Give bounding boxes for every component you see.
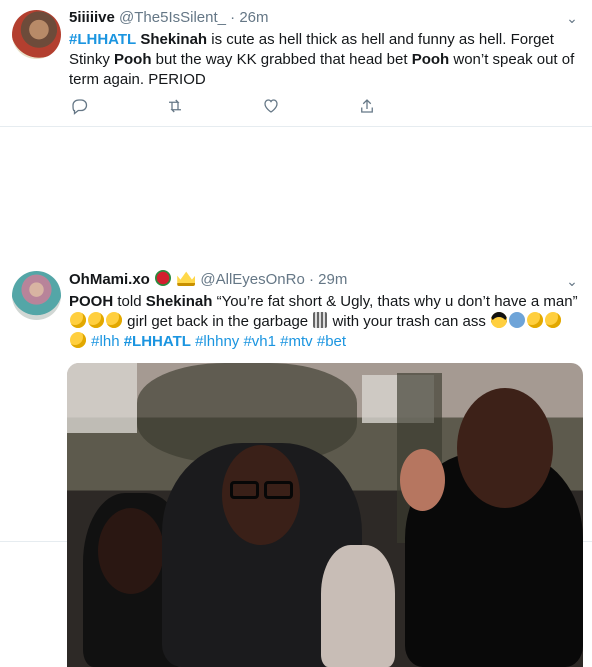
- share-icon[interactable]: [357, 96, 377, 116]
- tweet-card[interactable]: OhMami.xo @AllEyesOnRo · 29m ⌄ POOH told…: [0, 127, 592, 667]
- hashtag[interactable]: #lhh: [91, 333, 119, 350]
- like-icon[interactable]: [261, 96, 281, 116]
- hashtag[interactable]: #LHHATL: [69, 31, 136, 48]
- separator-dot: ·: [230, 9, 236, 26]
- face-icon: [509, 312, 526, 328]
- chevron-down-icon[interactable]: ⌄: [564, 10, 580, 26]
- tweet-header: OhMami.xo @AllEyesOnRo · 29m: [69, 270, 347, 290]
- bold-name: Pooh: [411, 51, 450, 68]
- display-name[interactable]: 5iiiiive: [69, 9, 115, 26]
- user-avatar[interactable]: [12, 10, 61, 59]
- bold-name: POOH: [69, 293, 114, 310]
- face-icon: [88, 312, 104, 328]
- face-icon: [70, 332, 86, 348]
- face-icon: [527, 312, 544, 328]
- user-avatar[interactable]: [12, 271, 61, 320]
- hashtag[interactable]: #vh1: [243, 333, 276, 350]
- bold-name: Pooh: [114, 51, 152, 68]
- face-icon: [70, 312, 86, 328]
- sunglasses-face-icon: [491, 312, 508, 328]
- tweet-time[interactable]: 29m: [318, 271, 347, 288]
- text-segment: with your trash can ass: [328, 313, 491, 330]
- rose-icon: [155, 270, 172, 286]
- hashtag[interactable]: #mtv: [280, 333, 313, 350]
- hashtag[interactable]: #lhhny: [195, 333, 239, 350]
- tweet-card[interactable]: 5iiiiive @The5IsSilent_ · 26m ⌄ #LHHATL …: [0, 0, 592, 127]
- user-handle[interactable]: @The5IsSilent_: [119, 9, 226, 26]
- text-segment: told: [113, 293, 146, 310]
- trash-can-icon: [313, 312, 328, 328]
- tweet-time[interactable]: 26m: [239, 9, 268, 26]
- separator-dot: ·: [308, 271, 314, 288]
- bold-name: Shekinah: [140, 31, 208, 48]
- retweet-icon[interactable]: [165, 96, 185, 116]
- chevron-down-icon[interactable]: ⌄: [564, 273, 580, 289]
- crown-icon: [177, 271, 196, 286]
- bold-name: Shekinah: [145, 293, 213, 310]
- text-segment: “You’re fat short & Ugly, thats why u do…: [212, 293, 578, 310]
- face-icon: [545, 312, 562, 328]
- text-segment: but the way KK grabbed that head bet: [151, 51, 412, 68]
- video-thumbnail[interactable]: [67, 363, 583, 667]
- hashtag[interactable]: #LHHATL: [124, 333, 191, 350]
- face-icon: [106, 312, 122, 328]
- display-name[interactable]: OhMami.xo: [69, 271, 150, 288]
- hashtag[interactable]: #bet: [317, 333, 346, 350]
- text-segment: girl get back in the garbage: [127, 313, 313, 330]
- tweet-text: POOH told Shekinah “You’re fat short & U…: [69, 292, 579, 352]
- tweet-header: 5iiiiive @The5IsSilent_ · 26m: [69, 8, 269, 28]
- user-handle[interactable]: @AllEyesOnRo: [200, 271, 304, 288]
- reply-icon[interactable]: [69, 96, 89, 116]
- tweet-actions: [69, 96, 409, 116]
- tweet-text: #LHHATL Shekinah is cute as hell thick a…: [69, 30, 579, 90]
